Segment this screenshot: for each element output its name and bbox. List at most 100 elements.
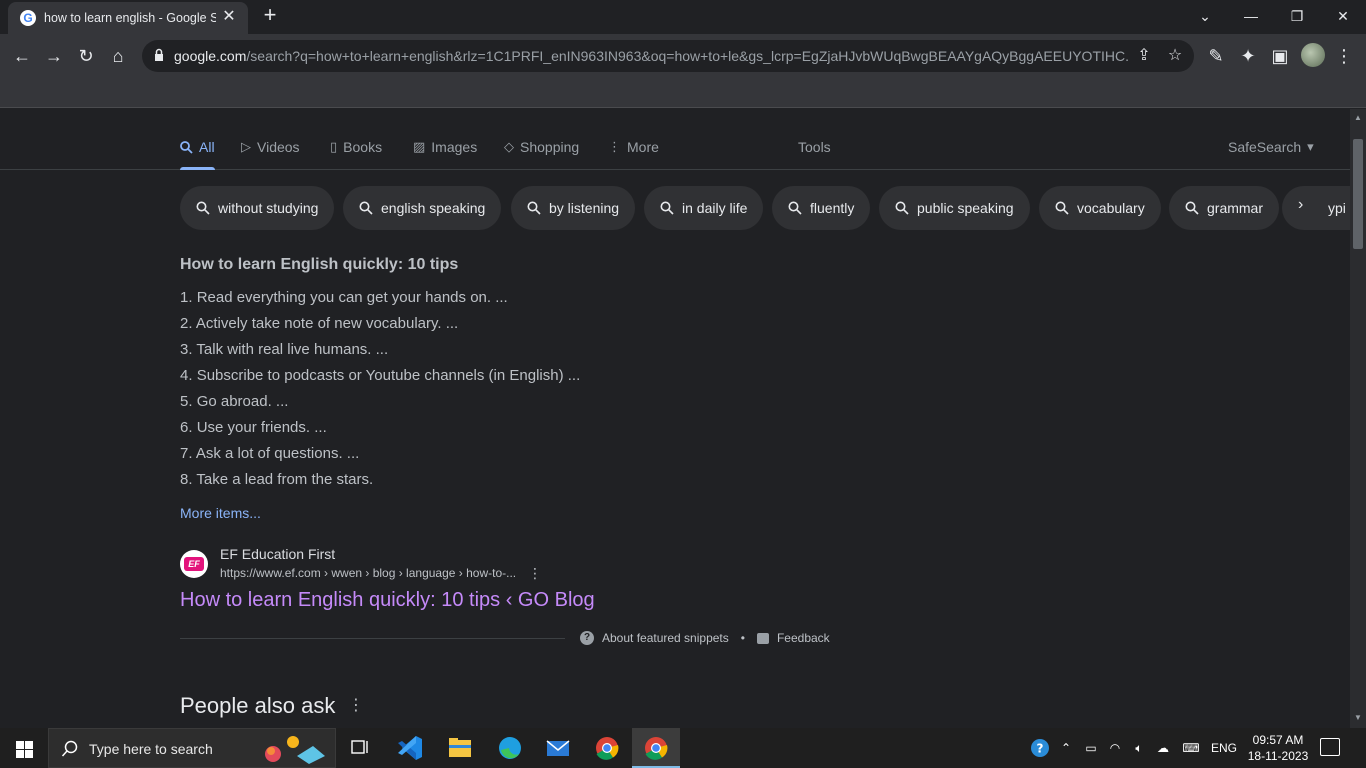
snippet-title: How to learn English quickly: 10 tips xyxy=(180,256,459,273)
paa-more-vert-icon[interactable]: ⋮ xyxy=(348,697,364,715)
taskbar-clock[interactable]: 09:57 AM 18-11-2023 xyxy=(1240,732,1316,764)
address-bar[interactable]: google.com/search?q=how+to+learn+english… xyxy=(142,40,1194,72)
source-url[interactable]: https://www.ef.com › wwen › blog › langu… xyxy=(220,566,516,580)
page-scrollbar[interactable]: ▲ ▼ xyxy=(1350,109,1366,728)
clock-date: 18-11-2023 xyxy=(1247,749,1309,763)
chip-label: public speaking xyxy=(917,200,1014,216)
tools-button[interactable]: Tools xyxy=(798,139,831,155)
home-icon[interactable]: ⌂ xyxy=(104,42,132,70)
bookmark-bar xyxy=(0,78,1366,108)
tab-all-label: All xyxy=(199,139,215,155)
separator-dot: • xyxy=(740,631,745,645)
minimize-icon[interactable]: — xyxy=(1228,4,1274,28)
list-item: 5. Go abroad. ... xyxy=(180,393,289,410)
volume-icon[interactable]: 🔈︎ xyxy=(1128,728,1150,768)
profile-avatar[interactable] xyxy=(1301,43,1325,67)
forward-arrow-icon[interactable]: → xyxy=(40,42,68,70)
edge-icon[interactable] xyxy=(486,728,534,768)
scroll-up-arrow-icon[interactable]: ▲ xyxy=(1353,113,1363,123)
chip-english-speaking[interactable]: english speaking xyxy=(343,186,502,230)
side-panel-icon[interactable]: ▣ xyxy=(1266,42,1294,70)
tab-books-label: Books xyxy=(343,139,383,155)
search-icon xyxy=(788,201,802,215)
tab-search-chevron-down-icon[interactable]: ⌄ xyxy=(1182,4,1228,28)
chip-partial-label: ypi xyxy=(1328,200,1346,216)
wifi-icon[interactable]: ◠ xyxy=(1104,728,1126,768)
chip-grammar[interactable]: grammar xyxy=(1169,186,1280,230)
tab-shopping[interactable]: ◇ Shopping xyxy=(504,139,579,155)
tab-books[interactable]: ▯ Books xyxy=(330,139,382,155)
tab-images[interactable]: ▨ Images xyxy=(413,139,477,155)
about-featured-snippets-link[interactable]: About featured snippets xyxy=(602,631,729,645)
tab-videos[interactable]: ▷ Videos xyxy=(241,139,300,155)
chip-without-studying[interactable]: without studying xyxy=(180,186,335,230)
tag-icon: ◇ xyxy=(504,139,514,154)
chip-in-daily-life[interactable]: in daily life xyxy=(644,186,764,230)
notification-icon[interactable] xyxy=(1320,738,1340,756)
lock-icon[interactable] xyxy=(154,48,164,62)
scroll-down-arrow-icon[interactable]: ▼ xyxy=(1353,713,1363,723)
browser-tab[interactable]: G how to learn english - Google Se ✕ xyxy=(8,2,248,34)
chip-label: by listening xyxy=(549,200,620,216)
divider xyxy=(180,638,565,639)
list-item: 8. Take a lead from the stars. xyxy=(180,471,374,488)
feedback-link[interactable]: Feedback xyxy=(777,631,830,645)
search-icon xyxy=(1185,201,1199,215)
menu-more-vert-icon[interactable]: ⋮ xyxy=(1330,42,1358,70)
tab-all[interactable]: All xyxy=(180,139,215,170)
chrome-icon[interactable] xyxy=(583,728,631,768)
list-item: 3. Talk with real live humans. ... xyxy=(180,341,389,358)
language-indicator[interactable]: ENG xyxy=(1208,728,1240,768)
browser-toolbar: ← → ↻ ⌂ google.com/search?q=how+to+learn… xyxy=(0,34,1366,78)
scroll-thumb[interactable] xyxy=(1353,139,1363,249)
chip-label: english speaking xyxy=(381,200,486,216)
source-name[interactable]: EF Education First xyxy=(220,546,335,562)
ef-logo-icon[interactable]: EF xyxy=(180,550,208,578)
restore-icon[interactable]: ❐ xyxy=(1274,4,1320,28)
back-arrow-icon[interactable]: ← xyxy=(8,42,36,70)
tab-close-icon[interactable]: ✕ xyxy=(220,8,238,26)
result-title-link[interactable]: How to learn English quickly: 10 tips ‹ … xyxy=(180,589,595,612)
extensions-puzzle-icon[interactable]: ✦ xyxy=(1234,42,1262,70)
more-vert-icon: ⋮ xyxy=(608,139,621,154)
chrome-active-icon[interactable] xyxy=(632,728,680,768)
onedrive-cloud-icon[interactable]: ☁ xyxy=(1152,728,1174,768)
svg-text:?: ? xyxy=(1037,742,1044,756)
tab-more[interactable]: ⋮ More xyxy=(608,139,659,155)
windows-start-icon[interactable] xyxy=(0,728,48,768)
feedback-icon xyxy=(756,632,769,644)
battery-icon[interactable]: ▭ xyxy=(1080,728,1102,768)
search-icon xyxy=(895,201,909,215)
eyedropper-icon[interactable]: ✎ xyxy=(1202,42,1230,70)
chip-by-listening[interactable]: by listening xyxy=(511,186,636,230)
chip-label: without studying xyxy=(218,200,319,216)
tab-videos-label: Videos xyxy=(257,139,300,155)
chip-label: grammar xyxy=(1207,200,1264,216)
help-tray-icon[interactable]: ? xyxy=(1028,728,1052,768)
chip-fluently[interactable]: fluently xyxy=(772,186,871,230)
keyboard-icon[interactable]: ⌨ xyxy=(1178,728,1204,768)
close-window-icon[interactable]: ✕ xyxy=(1320,4,1366,28)
more-items-link[interactable]: More items... xyxy=(180,505,261,521)
google-favicon-icon: G xyxy=(20,10,36,26)
chips-scroll-next-button[interactable]: › ypi xyxy=(1282,186,1350,230)
vscode-icon[interactable] xyxy=(386,728,434,768)
chip-public-speaking[interactable]: public speaking xyxy=(879,186,1030,230)
file-explorer-icon[interactable] xyxy=(436,728,484,768)
mail-icon[interactable] xyxy=(534,728,582,768)
snippet-footer: ? About featured snippets • Feedback xyxy=(580,631,830,645)
task-view-icon[interactable] xyxy=(336,728,384,768)
share-icon[interactable]: ⇪ xyxy=(1132,44,1156,68)
bookmark-star-icon[interactable]: ☆ xyxy=(1163,44,1187,68)
taskbar-search-box[interactable]: Type here to search xyxy=(48,728,336,768)
reload-icon[interactable]: ↻ xyxy=(72,42,100,70)
new-tab-button[interactable]: + xyxy=(258,4,282,28)
chip-vocabulary[interactable]: vocabulary xyxy=(1039,186,1161,230)
clock-time: 09:57 AM xyxy=(1252,733,1304,747)
chevron-up-icon[interactable]: ⌃ xyxy=(1056,728,1076,768)
url-text[interactable]: google.com/search?q=how+to+learn+english… xyxy=(174,48,1129,64)
safesearch-button[interactable]: SafeSearch ▾ xyxy=(1228,139,1314,155)
search-icon xyxy=(196,201,210,215)
result-more-vert-icon[interactable]: ⋮ xyxy=(528,565,542,581)
tab-strip: G how to learn english - Google Se ✕ + ⌄… xyxy=(0,0,1366,34)
